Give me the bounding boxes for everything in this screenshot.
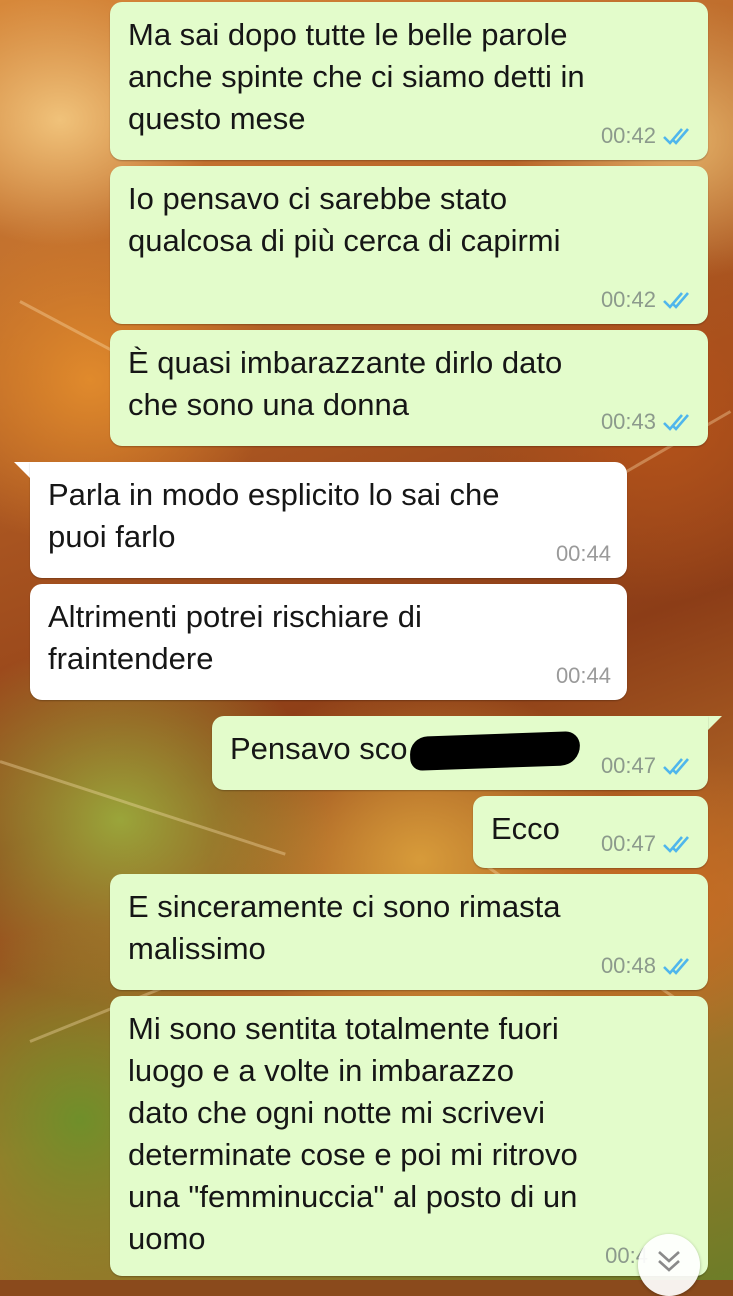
message-meta: 00:47	[601, 832, 692, 856]
double-check-icon	[663, 292, 689, 309]
message-bubble-outgoing[interactable]: È quasi imbarazzante dirlo dato che sono…	[110, 330, 708, 446]
message-text: E sinceramente ci sono rimasta malissimo	[128, 889, 561, 966]
message-meta: 00:42	[601, 288, 692, 312]
message-text: Pensavo sco	[230, 731, 408, 766]
message-text: Parla in modo esplicito lo sai che puoi …	[48, 477, 500, 554]
double-check-icon	[663, 958, 689, 975]
double-chevron-down-icon	[658, 1251, 680, 1272]
bubble-tail	[14, 462, 30, 478]
message-time: 00:47	[600, 753, 656, 778]
message-time: 00:43	[600, 409, 656, 434]
message-bubble-incoming[interactable]: Altrimenti potrei rischiare di fraintend…	[30, 584, 627, 700]
message-meta: 00:42	[601, 124, 692, 148]
message-time: 00:47	[600, 831, 656, 856]
double-check-icon	[663, 836, 689, 853]
message-text: Ecco	[491, 811, 560, 846]
message-bubble-outgoing[interactable]: Mi sono sentita totalmente fuori luogo e…	[110, 996, 708, 1276]
message-time: 00:48	[600, 953, 656, 978]
scroll-to-bottom-button[interactable]	[638, 1234, 700, 1296]
message-bubble-outgoing[interactable]: Ecco 00:47	[473, 796, 708, 868]
message-bubble-outgoing[interactable]: E sinceramente ci sono rimasta malissimo…	[110, 874, 708, 990]
redaction-scribble	[409, 731, 581, 771]
message-bubble-outgoing[interactable]: Ma sai dopo tutte le belle parole anche …	[110, 2, 708, 160]
message-time: 00:44	[555, 541, 611, 566]
bubble-tail	[706, 716, 722, 732]
message-bubble-incoming[interactable]: Parla in modo esplicito lo sai che puoi …	[30, 462, 627, 578]
message-time: 00:42	[600, 287, 656, 312]
message-text: Mi sono sentita totalmente fuori luogo e…	[128, 1011, 578, 1256]
message-text: È quasi imbarazzante dirlo dato che sono…	[128, 345, 563, 422]
message-meta: 00:44	[556, 542, 611, 566]
message-meta: 00:43	[601, 410, 692, 434]
message-meta: 00:47	[601, 754, 692, 778]
message-text: Ma sai dopo tutte le belle parole anche …	[128, 17, 585, 136]
double-check-icon	[663, 414, 689, 431]
double-check-icon	[663, 758, 689, 775]
message-meta: 00:48	[601, 954, 692, 978]
message-bubble-outgoing[interactable]: Pensavo sco 00:47	[212, 716, 708, 790]
double-check-icon	[663, 128, 689, 145]
message-text: Io pensavo ci sarebbe stato qualcosa di …	[128, 181, 561, 258]
message-text: Altrimenti potrei rischiare di fraintend…	[48, 599, 422, 676]
message-meta: 00:44	[556, 664, 611, 688]
message-time: 00:44	[555, 663, 611, 688]
message-bubble-outgoing[interactable]: Io pensavo ci sarebbe stato qualcosa di …	[110, 166, 708, 324]
message-time: 00:42	[600, 123, 656, 148]
